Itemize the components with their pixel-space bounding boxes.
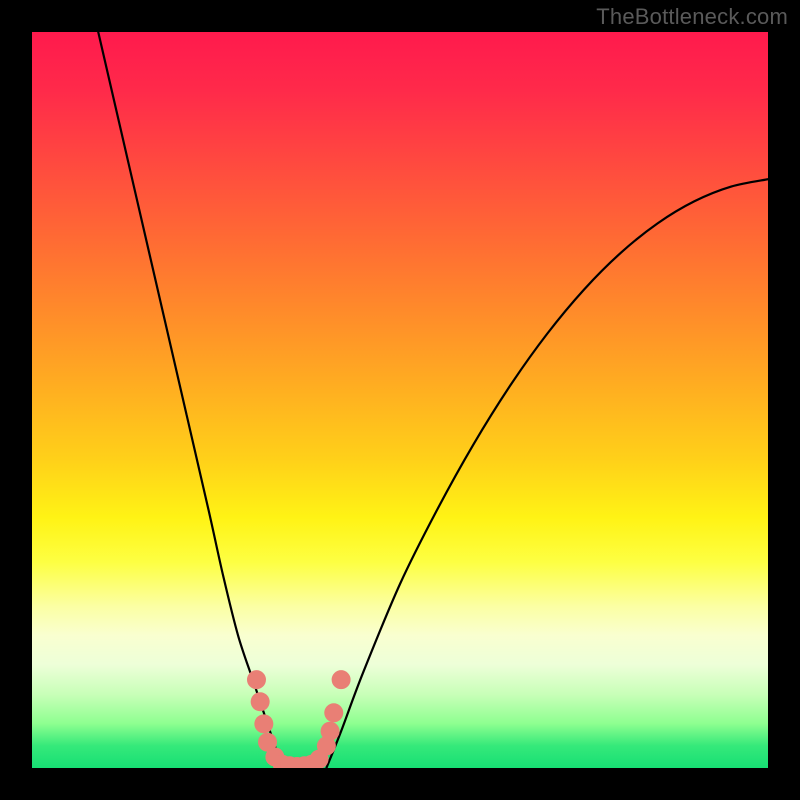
chart-frame: TheBottleneck.com [0, 0, 800, 800]
watermark-text: TheBottleneck.com [596, 4, 788, 30]
right-branch-curve [326, 179, 768, 768]
valley-highlight-dots [247, 670, 351, 768]
highlight-dot [251, 692, 270, 711]
highlight-dot [332, 670, 351, 689]
highlight-dot [254, 714, 273, 733]
curve-layer [32, 32, 768, 768]
highlight-dot [247, 670, 266, 689]
left-branch-curve [98, 32, 282, 768]
highlight-dot [324, 703, 343, 722]
plot-area [32, 32, 768, 768]
highlight-dot [321, 722, 340, 741]
